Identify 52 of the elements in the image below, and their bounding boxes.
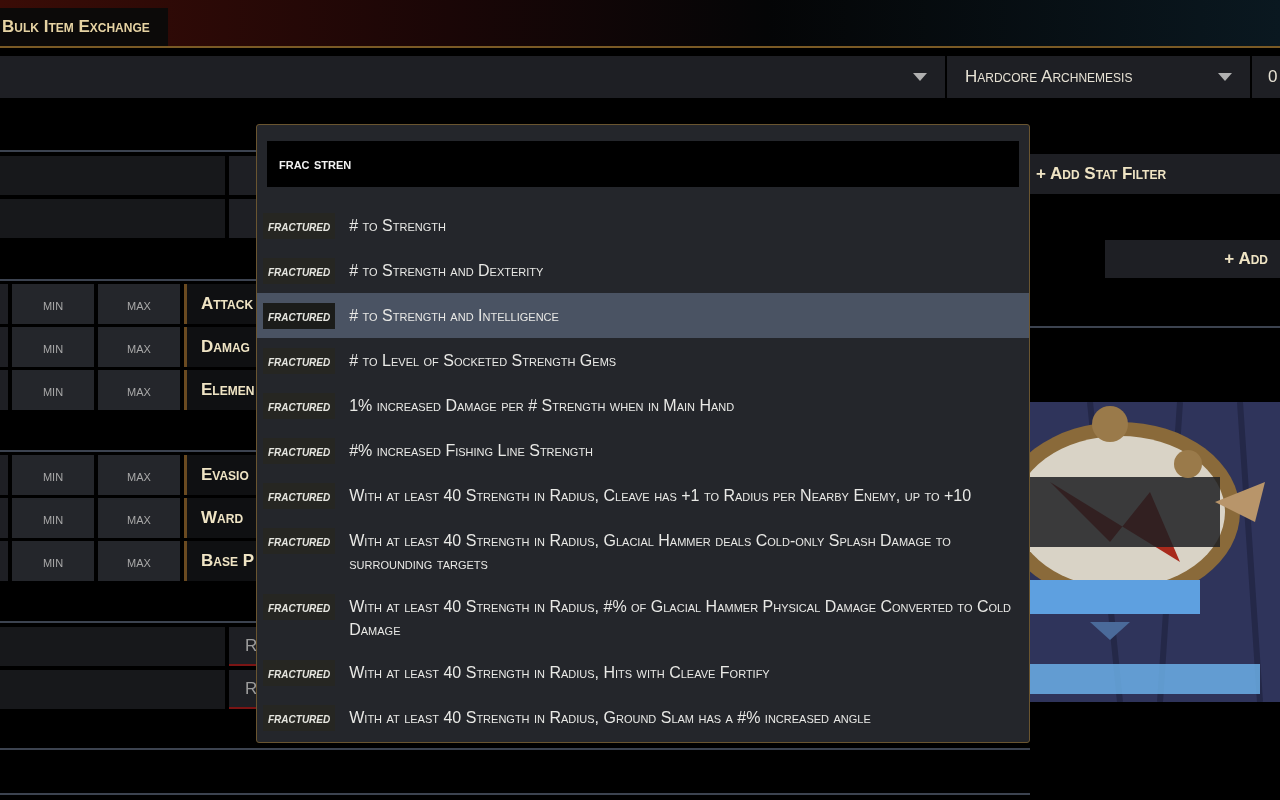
mod-tag: fractured	[263, 258, 336, 284]
mod-tag: fractured	[263, 483, 336, 509]
add-button[interactable]: + Add	[1105, 240, 1280, 278]
max-field[interactable]: max	[98, 327, 180, 367]
mod-tag: fractured	[263, 660, 336, 686]
min-field[interactable]: min	[12, 327, 94, 367]
stat-option[interactable]: fractured # to Strength	[257, 203, 1029, 248]
stat-text: # to Strength and Dexterity	[349, 261, 544, 281]
filter-field[interactable]	[0, 455, 8, 495]
filter-field[interactable]	[0, 670, 225, 709]
stat-option[interactable]: fractured # to Strength and Intelligence	[257, 293, 1029, 338]
min-field[interactable]: min	[12, 498, 94, 538]
min-field[interactable]: min	[12, 284, 94, 324]
max-field[interactable]: max	[98, 541, 180, 581]
filter-field[interactable]	[0, 627, 225, 666]
stat-option[interactable]: fractured With at least 40 Strength in Radius, #% of Glacial Hammer Physical Damage Converted to Cold Damage	[257, 584, 1029, 650]
search-field[interactable]: frac stren	[267, 141, 1019, 187]
mod-tag: fractured	[263, 705, 336, 731]
caret-icon	[1218, 73, 1232, 81]
stat-text: With at least 40 Strength in Radius, Ground Slam has a #% increased angle	[349, 708, 871, 728]
mod-tag: fractured	[263, 594, 336, 620]
mod-tag: fractured	[263, 438, 336, 464]
mod-tag: fractured	[263, 348, 336, 374]
mod-tag: fractured	[263, 213, 336, 239]
status-select[interactable]: 0	[1252, 56, 1280, 98]
stat-text: With at least 40 Strength in Radius, Hits with Cleave Fortify	[349, 663, 770, 683]
min-field[interactable]: min	[12, 455, 94, 495]
max-field[interactable]: max	[98, 284, 180, 324]
stat-text: # to Strength	[349, 216, 446, 236]
mod-tag: fractured	[263, 393, 336, 419]
mod-tag: fractured	[263, 303, 336, 329]
stat-option[interactable]: fractured With at least 40 Strength in Radius, Ground Slam has a #% increased angle	[257, 695, 1029, 740]
caret-icon	[913, 73, 927, 81]
filter-field[interactable]	[0, 156, 225, 195]
league-select[interactable]: Hardcore Archnemesis	[947, 56, 1250, 98]
max-field[interactable]: max	[98, 370, 180, 410]
min-field[interactable]: min	[12, 370, 94, 410]
mod-tag: fractured	[263, 528, 336, 554]
stat-option[interactable]: fractured With at least 40 Strength in Radius, Hits with Cleave Fortify	[257, 650, 1029, 695]
filter-field[interactable]	[0, 327, 8, 367]
stat-text: With at least 40 Strength in Radius, #% of Glacial Hammer Physical Damage Converted to Cold Damage	[349, 597, 1013, 640]
min-field[interactable]: min	[12, 541, 94, 581]
filter-field[interactable]	[0, 498, 8, 538]
filter-field[interactable]	[0, 541, 8, 581]
max-field[interactable]: max	[98, 498, 180, 538]
filter-field[interactable]	[0, 199, 225, 238]
filter-field[interactable]	[0, 284, 8, 324]
max-field[interactable]: max	[98, 455, 180, 495]
type-select[interactable]	[0, 56, 945, 98]
add-stat-filter-button[interactable]: + Add Stat Filter	[1030, 154, 1280, 194]
filter-field[interactable]	[0, 370, 8, 410]
nav-tab[interactable]: Bulk Item Exchange	[0, 8, 168, 46]
